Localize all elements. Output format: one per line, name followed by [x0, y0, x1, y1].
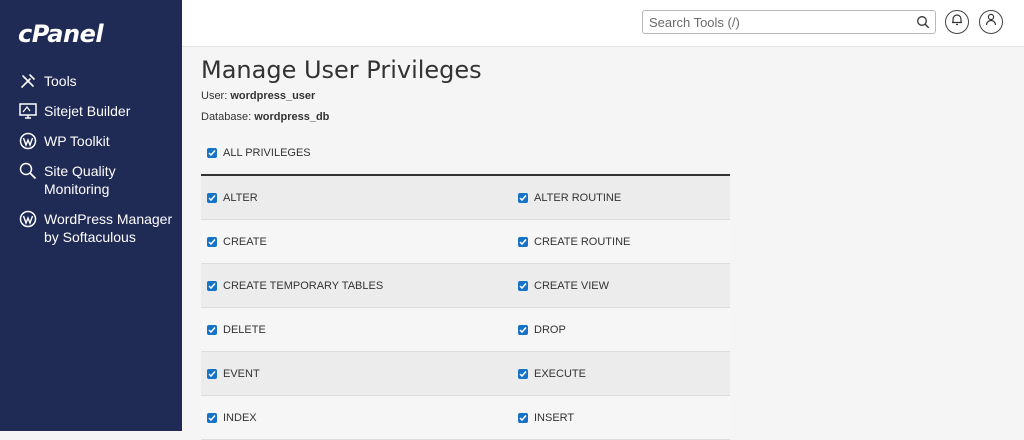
privilege-alter[interactable]: ALTER — [201, 192, 518, 204]
all-privileges-option[interactable]: ALL PRIVILEGES — [207, 147, 311, 159]
privilege-create[interactable]: CREATE — [201, 236, 518, 248]
privilege-index[interactable]: INDEX — [201, 412, 518, 424]
privilege-alter-routine[interactable]: ALTER ROUTINE — [518, 192, 730, 204]
checkbox[interactable] — [207, 324, 217, 335]
bell-icon — [951, 13, 963, 31]
checkbox[interactable] — [518, 368, 528, 379]
checkbox[interactable] — [518, 412, 528, 423]
sidebar-nav: Tools Sitejet Builder WP Toolkit Site Qu… — [18, 72, 178, 258]
privilege-label: EVENT — [223, 367, 260, 380]
checkbox[interactable] — [518, 280, 528, 291]
privilege-label: ALTER ROUTINE — [534, 191, 622, 204]
sidebar-item-sitejet-builder[interactable]: Sitejet Builder — [18, 102, 178, 120]
privilege-event[interactable]: EVENT — [201, 368, 518, 380]
user-menu-button[interactable] — [979, 10, 1003, 34]
privilege-label: INSERT — [534, 411, 575, 424]
sidebar-item-site-quality-monitoring[interactable]: Site Quality Monitoring — [18, 162, 178, 198]
checkbox[interactable] — [207, 236, 217, 247]
privilege-label: CREATE VIEW — [534, 279, 609, 292]
privilege-drop[interactable]: DROP — [518, 324, 730, 336]
privileges-table: ALTER ALTER ROUTINE CREATE CREATE ROUTIN… — [201, 174, 730, 440]
checkbox[interactable] — [207, 192, 217, 203]
checkbox[interactable] — [518, 192, 528, 203]
search-icon[interactable] — [916, 15, 930, 34]
database-info: Database: wordpress_db — [201, 111, 329, 123]
search-box — [642, 10, 936, 34]
sidebar-item-wordpress-manager[interactable]: WordPress Manager by Softaculous — [18, 210, 178, 246]
wordpress-icon — [18, 132, 38, 150]
table-row: CREATE TEMPORARY TABLES CREATE VIEW — [201, 264, 730, 308]
table-row: ALTER ALTER ROUTINE — [201, 176, 730, 220]
sidebar-item-wp-toolkit[interactable]: WP Toolkit — [18, 132, 178, 150]
user-info: User: wordpress_user — [201, 90, 315, 102]
checkbox[interactable] — [207, 368, 217, 379]
wordpress-icon — [18, 210, 38, 228]
table-row: DELETE DROP — [201, 308, 730, 352]
table-row: INDEX INSERT — [201, 396, 730, 440]
cpanel-logo[interactable]: cPanel — [18, 20, 104, 48]
monitor-icon — [18, 102, 38, 120]
magnifier-icon — [18, 162, 38, 180]
sidebar-item-label: Tools — [44, 73, 77, 89]
privilege-label: CREATE TEMPORARY TABLES — [223, 279, 384, 292]
sidebar-item-label: WordPress Manager by Softaculous — [44, 211, 173, 245]
database-label: Database: — [201, 111, 252, 123]
checkbox[interactable] — [207, 280, 217, 291]
top-bar — [182, 0, 1024, 47]
sidebar: cPanel Tools Sitejet Builder WP Toolkit … — [0, 0, 182, 431]
sidebar-item-tools[interactable]: Tools — [18, 72, 178, 90]
table-row: CREATE CREATE ROUTINE — [201, 220, 730, 264]
privilege-create-routine[interactable]: CREATE ROUTINE — [518, 236, 730, 248]
privilege-create-temporary-tables[interactable]: CREATE TEMPORARY TABLES — [201, 280, 518, 292]
notifications-button[interactable] — [945, 10, 969, 34]
user-icon — [985, 13, 997, 31]
table-row: EVENT EXECUTE — [201, 352, 730, 396]
tools-icon — [18, 72, 38, 90]
page-title: Manage User Privileges — [201, 56, 482, 84]
user-value: wordpress_user — [230, 90, 316, 102]
privilege-label: EXECUTE — [534, 367, 586, 380]
user-label: User: — [201, 90, 228, 102]
checkbox[interactable] — [518, 236, 528, 247]
all-privileges-label: ALL PRIVILEGES — [223, 147, 311, 159]
database-value: wordpress_db — [254, 111, 330, 123]
privilege-delete[interactable]: DELETE — [201, 324, 518, 336]
privilege-create-view[interactable]: CREATE VIEW — [518, 280, 730, 292]
all-privileges-checkbox[interactable] — [207, 148, 217, 158]
checkbox[interactable] — [518, 324, 528, 335]
privilege-label: CREATE — [223, 235, 267, 248]
sidebar-item-label: WP Toolkit — [44, 133, 110, 149]
sidebar-item-label: Sitejet Builder — [44, 103, 131, 119]
privilege-label: DROP — [534, 323, 566, 336]
privilege-execute[interactable]: EXECUTE — [518, 368, 730, 380]
privilege-label: ALTER — [223, 191, 258, 204]
sidebar-item-label: Site Quality Monitoring — [44, 163, 116, 197]
search-input[interactable] — [643, 11, 915, 33]
checkbox[interactable] — [207, 412, 217, 423]
privilege-insert[interactable]: INSERT — [518, 412, 730, 424]
privilege-label: DELETE — [223, 323, 266, 336]
privilege-label: INDEX — [223, 411, 257, 424]
privilege-label: CREATE ROUTINE — [534, 235, 631, 248]
